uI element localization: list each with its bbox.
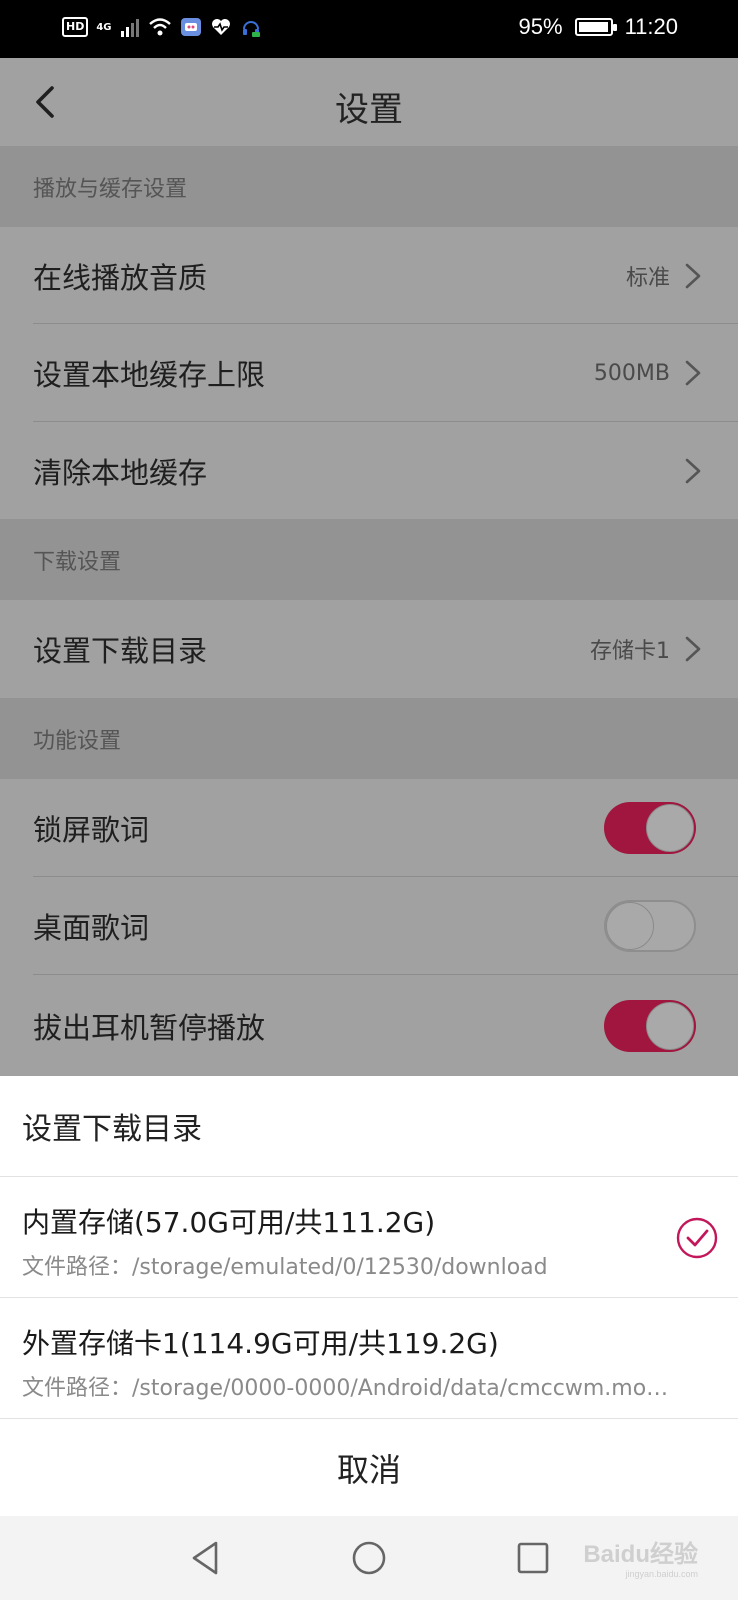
nav-back-icon[interactable]: [186, 1538, 226, 1578]
status-icons-left: HD 4G: [62, 16, 262, 38]
chevron-right-icon: [685, 263, 701, 288]
hd-icon: HD: [62, 17, 89, 37]
wifi-icon: [148, 18, 171, 36]
network-type-label: 4G: [96, 21, 112, 33]
setting-value: 500MB: [593, 360, 670, 386]
setting-label: 设置本地缓存上限: [33, 358, 266, 392]
signal-icon: [120, 19, 139, 37]
chevron-right-icon: [685, 636, 701, 662]
setting-label: 清除本地缓存: [33, 455, 208, 490]
baidu-watermark: Baidu经验 jingyan.baidu.com: [583, 1534, 698, 1579]
storage-option-path: 文件路径：/storage/0000-0000/Android/data/cmc…: [22, 1376, 669, 1401]
chevron-right-icon: [685, 360, 701, 386]
setting-label: 拔出耳机暂停播放: [33, 1010, 266, 1045]
health-icon: [211, 19, 230, 35]
nav-home-icon[interactable]: [349, 1538, 389, 1578]
battery-icon: [574, 18, 617, 36]
nav-recents-icon[interactable]: [513, 1538, 553, 1578]
storage-option-title: 内置存储(57.0G可用/共111.2G): [22, 1206, 436, 1239]
section-header-features: 功能设置: [0, 698, 738, 779]
setting-row-lock-screen-lyrics: 锁屏歌词: [0, 779, 738, 877]
setting-row-cache-limit[interactable]: 设置本地缓存上限 500MB: [0, 324, 738, 422]
clock: 11:20: [624, 14, 678, 39]
lock-screen-lyrics-toggle[interactable]: [604, 802, 696, 854]
toggle-knob: [646, 1001, 694, 1050]
status-icons-right: 95% 11:20: [519, 14, 678, 40]
section-header-download: 下载设置: [0, 519, 738, 600]
system-nav-bar: Baidu经验 jingyan.baidu.com: [0, 1516, 738, 1600]
toggle-knob: [646, 804, 694, 852]
headset-icon: [242, 21, 260, 37]
app-header: 设置: [0, 58, 738, 146]
cancel-button[interactable]: 取消: [0, 1419, 738, 1516]
setting-value: 存储卡1: [590, 639, 670, 664]
storage-option-title: 外置存储卡1(114.9G可用/共119.2G): [22, 1327, 499, 1360]
setting-row-desktop-lyrics: 桌面歌词: [0, 877, 738, 975]
setting-value: 标准: [625, 265, 670, 291]
watermark-text: Baidu经验: [583, 1541, 698, 1568]
page-title: 设置: [335, 90, 403, 130]
storage-option-internal[interactable]: 内置存储(57.0G可用/共111.2G) 文件路径：/storage/emul…: [0, 1177, 738, 1297]
sheet-title: 设置下载目录: [22, 1112, 202, 1147]
setting-label: 锁屏歌词: [33, 813, 150, 847]
setting-label: 在线播放音质: [33, 260, 208, 295]
setting-label: 桌面歌词: [33, 911, 150, 945]
app-notification-icon: [180, 18, 201, 36]
desktop-lyrics-toggle[interactable]: [604, 900, 696, 952]
download-dir-sheet: 设置下载目录 内置存储(57.0G可用/共111.2G) 文件路径：/stora…: [0, 1076, 738, 1516]
battery-percent: 95%: [518, 14, 563, 39]
storage-option-sdcard[interactable]: 外置存储卡1(114.9G可用/共119.2G) 文件路径：/storage/0…: [0, 1298, 738, 1418]
toggle-knob: [606, 902, 654, 950]
setting-row-playback-quality[interactable]: 在线播放音质 标准: [0, 227, 738, 324]
status-bar: HD 4G 95% 11:20: [0, 0, 738, 58]
watermark-subtext: jingyan.baidu.com: [625, 1569, 698, 1579]
setting-row-headphone-pause: 拔出耳机暂停播放: [0, 975, 738, 1076]
check-circle-icon: [676, 1217, 718, 1259]
setting-row-download-dir[interactable]: 设置下载目录 存储卡1: [0, 600, 738, 698]
chevron-right-icon: [685, 458, 701, 483]
headphone-pause-toggle[interactable]: [604, 999, 696, 1052]
section-header-playback: 播放与缓存设置: [0, 146, 738, 227]
setting-label: 设置下载目录: [33, 634, 208, 668]
setting-row-clear-cache[interactable]: 清除本地缓存: [0, 422, 738, 519]
storage-option-path: 文件路径：/storage/emulated/0/12530/download: [22, 1255, 548, 1280]
